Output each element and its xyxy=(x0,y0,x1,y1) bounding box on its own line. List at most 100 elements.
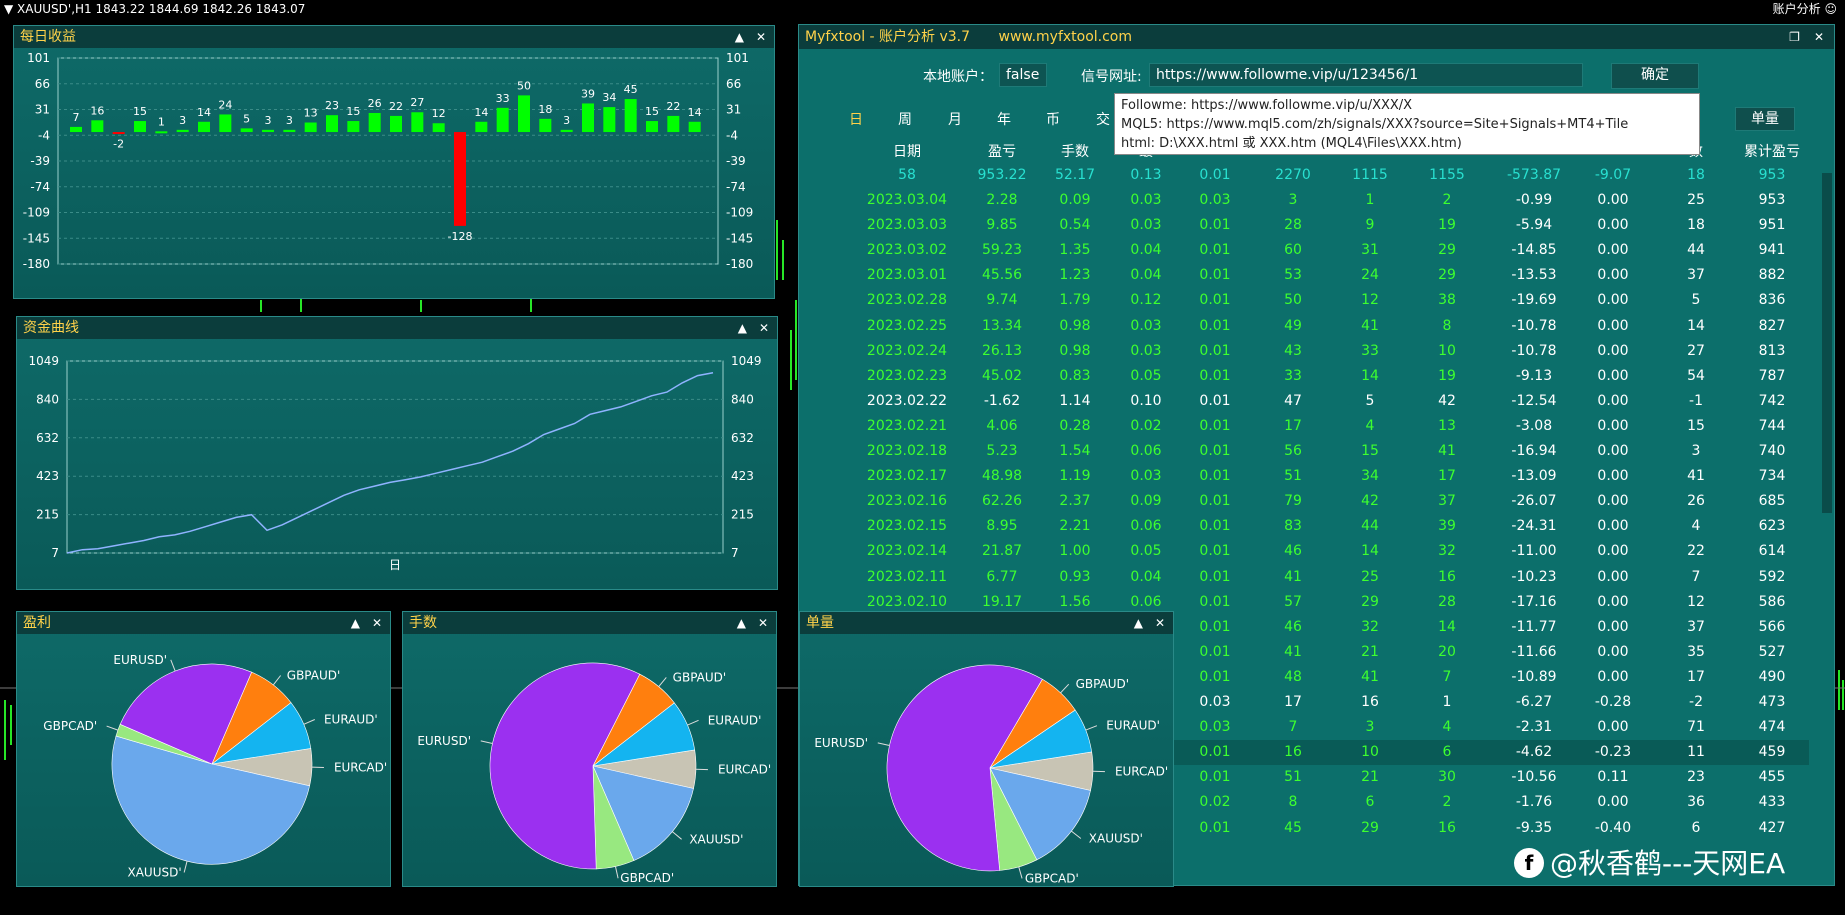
table-cell: -5.94 xyxy=(1515,217,1553,234)
y-tick-label: -39 xyxy=(30,154,50,168)
table-row[interactable]: 2023.02.14 21.87 1.00 0.05 0.01 46 14 32 -11.00 0… xyxy=(799,539,1809,564)
close-icon[interactable]: ✕ xyxy=(758,616,768,630)
x-axis-label: 日 xyxy=(389,558,401,572)
table-row[interactable]: 2023.03.03 9.85 0.54 0.03 0.01 28 9 19 -5.94 0.00… xyxy=(799,213,1809,238)
y-tick-label: -74 xyxy=(30,180,50,194)
pie-label: EURUSD' xyxy=(814,736,868,750)
table-cell: 592 xyxy=(1758,568,1786,585)
pie-leader-line xyxy=(480,740,493,745)
table-cell: 953 xyxy=(1758,192,1786,208)
y-tick-label-right: 66 xyxy=(726,77,741,91)
table-cell: 2 xyxy=(1442,192,1452,208)
table-cell: 0.03 xyxy=(1199,192,1231,208)
bar xyxy=(326,115,338,133)
bar xyxy=(240,128,253,133)
pie-label: EURAUD' xyxy=(708,713,762,727)
table-cell: 30 xyxy=(1438,769,1456,786)
tab-trade[interactable]: 交 xyxy=(1096,109,1110,129)
close-icon[interactable]: ✕ xyxy=(759,321,769,335)
pie-leader-line xyxy=(877,742,890,747)
minimize-icon[interactable]: ▲ xyxy=(351,616,360,630)
table-cell: 2023.03.04 xyxy=(866,192,948,208)
pie-label: EURCAD' xyxy=(334,761,387,775)
table-cell: 0.01 xyxy=(1199,242,1231,259)
y-tick-label-right: -4 xyxy=(726,128,738,142)
bar-value-label: 22 xyxy=(666,100,680,113)
local-account-field[interactable]: false xyxy=(999,63,1047,87)
tab-month[interactable]: 月 xyxy=(948,109,962,129)
close-icon[interactable]: ✕ xyxy=(1814,30,1824,44)
pie-label: GBPCAD' xyxy=(43,719,97,733)
bar xyxy=(134,121,146,133)
table-row[interactable]: 2023.02.28 9.74 1.79 0.12 0.01 50 12 38 -19.69 0.… xyxy=(799,288,1809,313)
y-tick-label-right: -39 xyxy=(726,154,746,168)
close-icon[interactable]: ✕ xyxy=(756,30,766,44)
table-row[interactable]: 2023.03.02 59.23 1.35 0.04 0.01 60 31 29 -14.85 0… xyxy=(799,238,1809,263)
table-cell: 2023.02.22 xyxy=(866,392,948,409)
table-row[interactable]: 2023.02.11 6.77 0.93 0.04 0.01 41 25 16 -10.23 0.… xyxy=(799,565,1809,590)
table-row[interactable]: 2023.02.16 62.26 2.37 0.09 0.01 79 42 37 -26.07 0… xyxy=(799,489,1809,514)
bar xyxy=(368,112,381,133)
close-icon[interactable]: ✕ xyxy=(372,616,382,630)
table-cell: -1.76 xyxy=(1515,794,1553,811)
website-link[interactable]: www.myfxtool.com xyxy=(999,29,1133,45)
table-row[interactable]: 2023.02.15 8.95 2.21 0.06 0.01 83 44 39 -24.31 0.… xyxy=(799,514,1809,539)
minimize-icon[interactable]: ▲ xyxy=(1134,616,1143,630)
minimize-icon[interactable]: ▲ xyxy=(738,321,747,335)
table-cell: 0.00 xyxy=(1597,342,1629,359)
y-tick-label-right: 31 xyxy=(726,103,741,117)
single-count-button[interactable]: 单量 xyxy=(1735,107,1795,131)
table-row[interactable]: 2023.02.25 13.34 0.98 0.03 0.01 49 41 8 -10.78 0.… xyxy=(799,314,1809,339)
tab-week[interactable]: 周 xyxy=(898,109,912,129)
table-row[interactable]: 2023.02.22 -1.62 1.14 0.10 0.01 47 5 42 -12.54 0.… xyxy=(799,389,1809,414)
bar-value-label: 50 xyxy=(517,79,531,92)
y-tick-label-right: 840 xyxy=(731,392,754,406)
table-row[interactable]: 2023.02.17 48.98 1.19 0.03 0.01 51 34 17 -13.09 0… xyxy=(799,464,1809,489)
table-cell: -10.56 xyxy=(1511,769,1557,786)
table-cell: 742 xyxy=(1758,392,1786,409)
table-cell: 29 xyxy=(1438,267,1456,284)
close-icon[interactable]: ✕ xyxy=(1155,616,1165,630)
bar xyxy=(454,132,466,226)
restore-icon[interactable]: ❐ xyxy=(1789,30,1800,44)
signal-url-label: 信号网址: xyxy=(1081,69,1142,85)
table-cell: 2023.02.15 xyxy=(866,518,948,535)
bar-value-label: 14 xyxy=(688,106,702,119)
minimize-icon[interactable]: ▲ xyxy=(735,30,744,44)
bar xyxy=(432,123,445,133)
account-analysis-label[interactable]: 账户分析 ☺ xyxy=(1773,0,1837,18)
table-row[interactable]: 2023.03.01 45.56 1.23 0.04 0.01 53 24 29 -13.53 0… xyxy=(799,263,1809,288)
pie-label: EURUSD' xyxy=(417,734,471,748)
confirm-button[interactable]: 确定 xyxy=(1611,63,1699,89)
signal-url-input[interactable]: https://www.followme.vip/u/123456/1 xyxy=(1149,63,1583,87)
tab-year[interactable]: 年 xyxy=(997,109,1011,129)
table-cell: 0.01 xyxy=(1199,493,1231,510)
tooltip-line: Followme: https://www.followme.vip/u/XXX… xyxy=(1121,98,1413,113)
table-cell: 527 xyxy=(1758,643,1786,660)
table-cell: -19.69 xyxy=(1511,292,1557,309)
y-tick-label-right: 632 xyxy=(731,431,754,445)
pie-label: XAUUSD' xyxy=(689,832,743,846)
table-row[interactable]: 2023.02.18 5.23 1.54 0.06 0.01 56 15 41 -16.94 0.… xyxy=(799,439,1809,464)
table-row[interactable]: 2023.02.24 26.13 0.98 0.03 0.01 43 33 10 -10.78 0… xyxy=(799,339,1809,364)
table-cell: -11.66 xyxy=(1511,643,1557,660)
table-cell: 2023.02.21 xyxy=(866,417,948,434)
tab-day[interactable]: 日 xyxy=(849,109,863,129)
y-tick-label-right: -109 xyxy=(726,206,753,220)
table-row[interactable]: 2023.02.21 4.06 0.28 0.02 0.01 17 4 13 -3.08 0.00… xyxy=(799,414,1809,439)
table-cell: 0.01 xyxy=(1199,643,1231,660)
bar xyxy=(518,95,530,133)
summary-row: 58 953.22 52.17 0.13 0.01 2270 1115 1155 -573.87… xyxy=(799,163,1809,188)
pie-leader-line xyxy=(687,719,699,726)
table-cell: 0.00 xyxy=(1597,543,1629,560)
minimize-icon[interactable]: ▲ xyxy=(737,616,746,630)
table-cell: 6 xyxy=(1442,744,1452,761)
pie-label: EURAUD' xyxy=(324,713,378,727)
table-cell: 433 xyxy=(1758,794,1786,811)
table-row[interactable]: 2023.02.23 45.02 0.83 0.05 0.01 33 14 19 -9.13 0.… xyxy=(799,364,1809,389)
table-cell: 累计盈亏 xyxy=(1744,144,1800,160)
table-row[interactable]: 2023.03.04 2.28 0.09 0.03 0.03 3 1 2 -0.99 0.00 25… xyxy=(799,188,1809,213)
tab-currency[interactable]: 币 xyxy=(1046,109,1060,129)
table-cell: 0.00 xyxy=(1597,192,1629,208)
table-scrollbar[interactable] xyxy=(1822,173,1832,513)
